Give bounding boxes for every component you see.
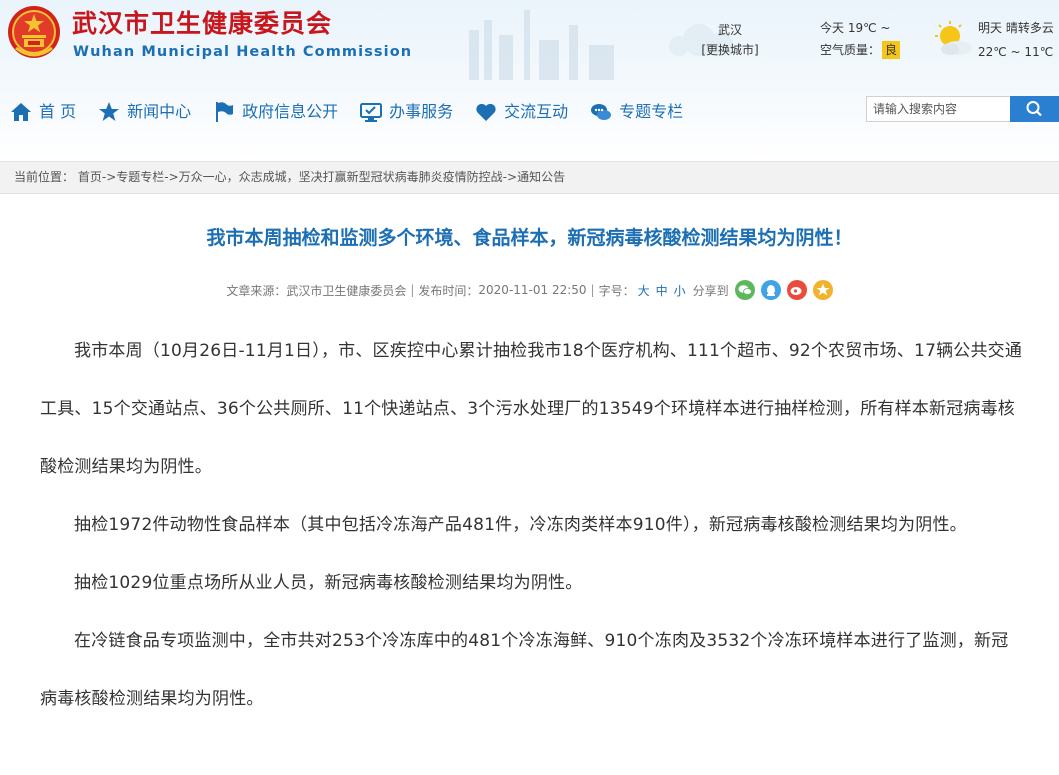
- nav-item-news[interactable]: 新闻中心: [98, 101, 191, 123]
- tomorrow-weather: 明天 晴转多云: [978, 21, 1054, 35]
- article-paragraph: 抽检1972件动物性食品样本（其中包括冷冻海产品481件，冷冻肉类样本910件）…: [74, 515, 967, 535]
- favorite-glyph: [816, 283, 830, 296]
- today-weather: 今天 19℃ ~: [820, 21, 891, 35]
- nav-item-interaction[interactable]: 交流互动: [475, 101, 568, 123]
- qzone-glyph: [766, 285, 775, 296]
- font-size-medium[interactable]: 中: [656, 282, 668, 299]
- breadcrumb-separator: ->: [164, 170, 179, 184]
- share-label: 分享到: [692, 283, 729, 298]
- wechat-glyph: [738, 285, 752, 295]
- nav-item-special[interactable]: 专题专栏: [590, 101, 683, 123]
- meta-divider: |: [590, 283, 595, 297]
- tomorrow-temperature: 22℃ ~ 11℃: [978, 45, 1054, 59]
- site-header: 武汉市卫生健康委员会 Wuhan Municipal Health Commis…: [0, 0, 1059, 160]
- breadcrumb-separator: ->: [502, 170, 518, 184]
- source-value: 武汉市卫生健康委员会: [286, 283, 407, 298]
- star-icon: [99, 102, 120, 121]
- font-size-label: 字号：: [598, 283, 635, 298]
- change-city-link[interactable]: [更换城市]: [700, 40, 760, 60]
- search-input[interactable]: [866, 96, 1011, 122]
- nav-item-label: 新闻中心: [127, 102, 192, 121]
- nav-item-label: 专题专栏: [619, 102, 684, 121]
- chat-icon: [591, 104, 612, 120]
- search-icon: [1026, 101, 1042, 117]
- search-button[interactable]: [1010, 96, 1059, 122]
- publish-label: 发布时间：: [418, 283, 479, 298]
- monitor-icon: [360, 103, 383, 122]
- national-emblem-logo: [8, 6, 60, 58]
- breadcrumb-item-special[interactable]: 专题专栏: [116, 170, 164, 184]
- article-meta: 文章来源： 武汉市卫生健康委员会 | 发布时间： 2020-11-01 22:5…: [0, 278, 1059, 302]
- nav-item-home[interactable]: 首 页: [10, 101, 76, 123]
- breadcrumb-label: 当前位置：: [14, 170, 75, 184]
- home-icon: [11, 103, 31, 121]
- heart-icon: [476, 103, 496, 121]
- breadcrumb: 当前位置： 首页->专题专栏->万众一心，众志成城，坚决打赢新型冠状病毒肺炎疫情…: [0, 161, 1059, 194]
- breadcrumb-item-notice[interactable]: 通知公告: [517, 170, 565, 184]
- nav-item-label: 交流互动: [504, 102, 569, 121]
- nav-item-gov-info[interactable]: 政府信息公开: [213, 101, 338, 123]
- nav-item-label: 政府信息公开: [242, 102, 339, 121]
- article-title: 我市本周抽检和监测多个环境、食品样本，新冠病毒核酸检测结果均为阴性！: [206, 227, 853, 249]
- city-name: 武汉: [717, 23, 742, 37]
- font-size-small[interactable]: 小: [674, 282, 686, 299]
- favorite-icon[interactable]: [812, 280, 833, 300]
- nav-item-services[interactable]: 办事服务: [360, 101, 453, 123]
- article-paragraph: 我市本周（10月26日-11月1日），市、区疾控中心累计抽检我市18个医疗机构、…: [40, 341, 1023, 477]
- air-quality-badge: 良: [882, 41, 901, 59]
- air-quality-label: 空气质量：: [820, 43, 881, 57]
- sun-cloud-icon: [935, 21, 972, 55]
- qzone-icon[interactable]: [760, 280, 781, 300]
- weibo-icon[interactable]: [786, 280, 807, 300]
- flag-icon: [216, 102, 234, 122]
- weather-city: 武汉 [更换城市]: [700, 20, 760, 60]
- article-body: 我市本周（10月26日-11月1日），市、区疾控中心累计抽检我市18个医疗机构、…: [40, 322, 1025, 728]
- font-size-large[interactable]: 大: [638, 282, 650, 299]
- breadcrumb-separator: ->: [101, 170, 117, 184]
- air-quality: 空气质量：良: [820, 40, 901, 60]
- article-paragraph: 在冷链食品专项监测中，全市共对253个冷冻库中的481个冷冻海鲜、910个冻肉及…: [40, 631, 1009, 709]
- main-nav: 首 页 新闻中心 政府信息公开 办事服务 交流互动 专题专栏: [10, 96, 705, 128]
- meta-divider: |: [410, 283, 415, 297]
- breadcrumb-item-home[interactable]: 首页: [78, 170, 102, 184]
- nav-item-label: 办事服务: [389, 102, 454, 121]
- source-label: 文章来源：: [226, 283, 287, 298]
- publish-time: 2020-11-01 22:50: [478, 283, 587, 297]
- wechat-icon[interactable]: [734, 280, 755, 300]
- article-paragraph: 抽检1029位重点场所从业人员，新冠病毒核酸检测结果均为阴性。: [74, 573, 583, 593]
- site-subtitle: Wuhan Municipal Health Commission: [73, 44, 413, 60]
- breadcrumb-item-topic[interactable]: 万众一心，众志成城，坚决打赢新型冠状病毒肺炎疫情防控战: [179, 170, 503, 184]
- weibo-glyph: [790, 287, 802, 295]
- nav-item-label: 首 页: [39, 102, 77, 121]
- site-title[interactable]: 武汉市卫生健康委员会: [72, 8, 332, 40]
